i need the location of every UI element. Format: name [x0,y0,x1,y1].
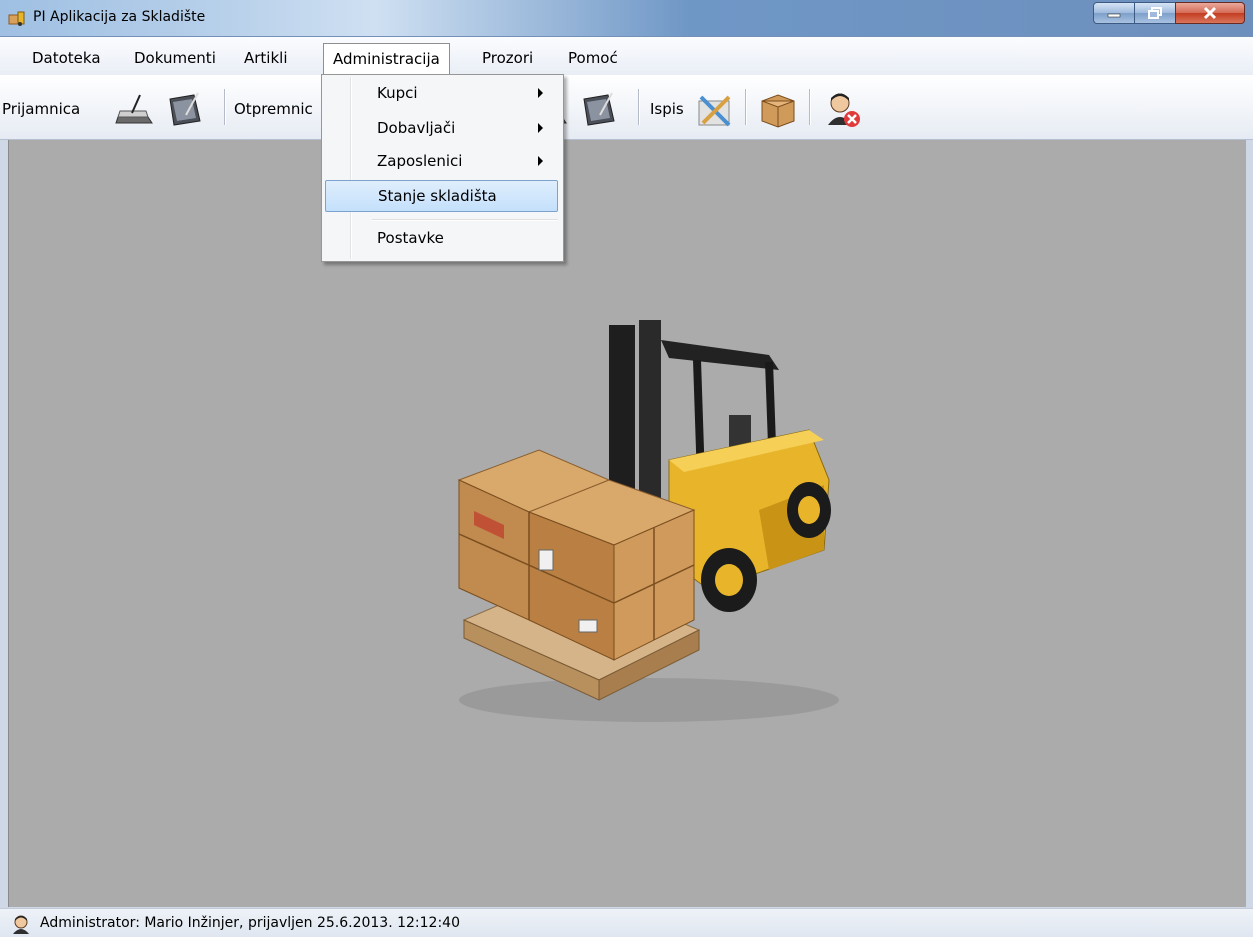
menu-administracija[interactable]: Administracija [323,43,450,77]
submenu-arrow-icon [538,156,543,166]
menu-artikli[interactable]: Artikli [235,45,297,73]
application-window: PI Aplikacija za Skladište Datoteka Doku… [0,0,1253,937]
prijamnica-edit-icon[interactable] [164,89,204,129]
forklift-illustration [457,320,839,722]
prijamnica-label: Prijamnica [2,100,81,118]
menu-prozori[interactable]: Prozori [473,45,542,73]
app-icon [8,11,25,26]
minimize-icon [1107,13,1121,18]
submenu-arrow-icon [538,123,543,133]
menu-datoteka[interactable]: Datoteka [23,45,110,73]
toolbar: Prijamnica Otpremnic Ispis [0,75,1253,140]
submenu-arrow-icon [538,88,543,98]
toolbar-separator [638,89,640,125]
window-title: PI Aplikacija za Skladište [33,9,206,25]
mdi-client-area [8,140,1246,907]
toolbar-separator [809,89,811,125]
menu-item-label: Zaposlenici [377,152,463,170]
toolbar-separator [745,89,747,125]
ispis-label: Ispis [650,100,684,118]
status-bar: Administrator: Mario Inžinjer, prijavlje… [0,908,1253,937]
toolbar-separator [224,89,226,125]
administracija-dropdown-menu: Kupci Dobavljači Zaposlenici Stanje skla… [321,74,564,262]
close-icon [1203,6,1217,20]
logout-user-icon[interactable] [822,89,862,129]
status-text: Administrator: Mario Inžinjer, prijavlje… [40,915,460,931]
menu-item-stanje-skladista[interactable]: Stanje skladišta [325,180,558,212]
menu-item-label: Stanje skladišta [378,187,497,205]
menu-item-zaposlenici[interactable]: Zaposlenici [325,146,558,178]
title-bar[interactable]: PI Aplikacija za Skladište [0,0,1253,37]
print-tools-icon[interactable] [695,89,735,129]
prijamnica-new-icon[interactable] [114,89,154,129]
minimize-button[interactable] [1093,2,1135,24]
menu-pomoc[interactable]: Pomoć [559,45,627,73]
restore-icon [1148,7,1162,19]
menu-item-label: Dobavljači [377,119,456,137]
restore-button[interactable] [1134,2,1176,24]
menu-separator [372,219,558,221]
user-icon [13,915,29,934]
menu-item-label: Postavke [377,229,444,247]
menu-item-postavke[interactable]: Postavke [325,223,558,255]
otpremnica-edit-icon[interactable] [578,89,618,129]
close-button[interactable] [1175,2,1245,24]
menu-bar: Datoteka Dokumenti Artikli Administracij… [0,37,1253,77]
menu-item-dobavljaci[interactable]: Dobavljači [325,113,558,145]
otpremnica-label: Otpremnic [234,100,313,118]
package-box-icon[interactable] [758,89,798,129]
menu-item-label: Kupci [377,84,418,102]
menu-dokumenti[interactable]: Dokumenti [125,45,225,73]
menu-item-kupci[interactable]: Kupci [325,78,558,110]
